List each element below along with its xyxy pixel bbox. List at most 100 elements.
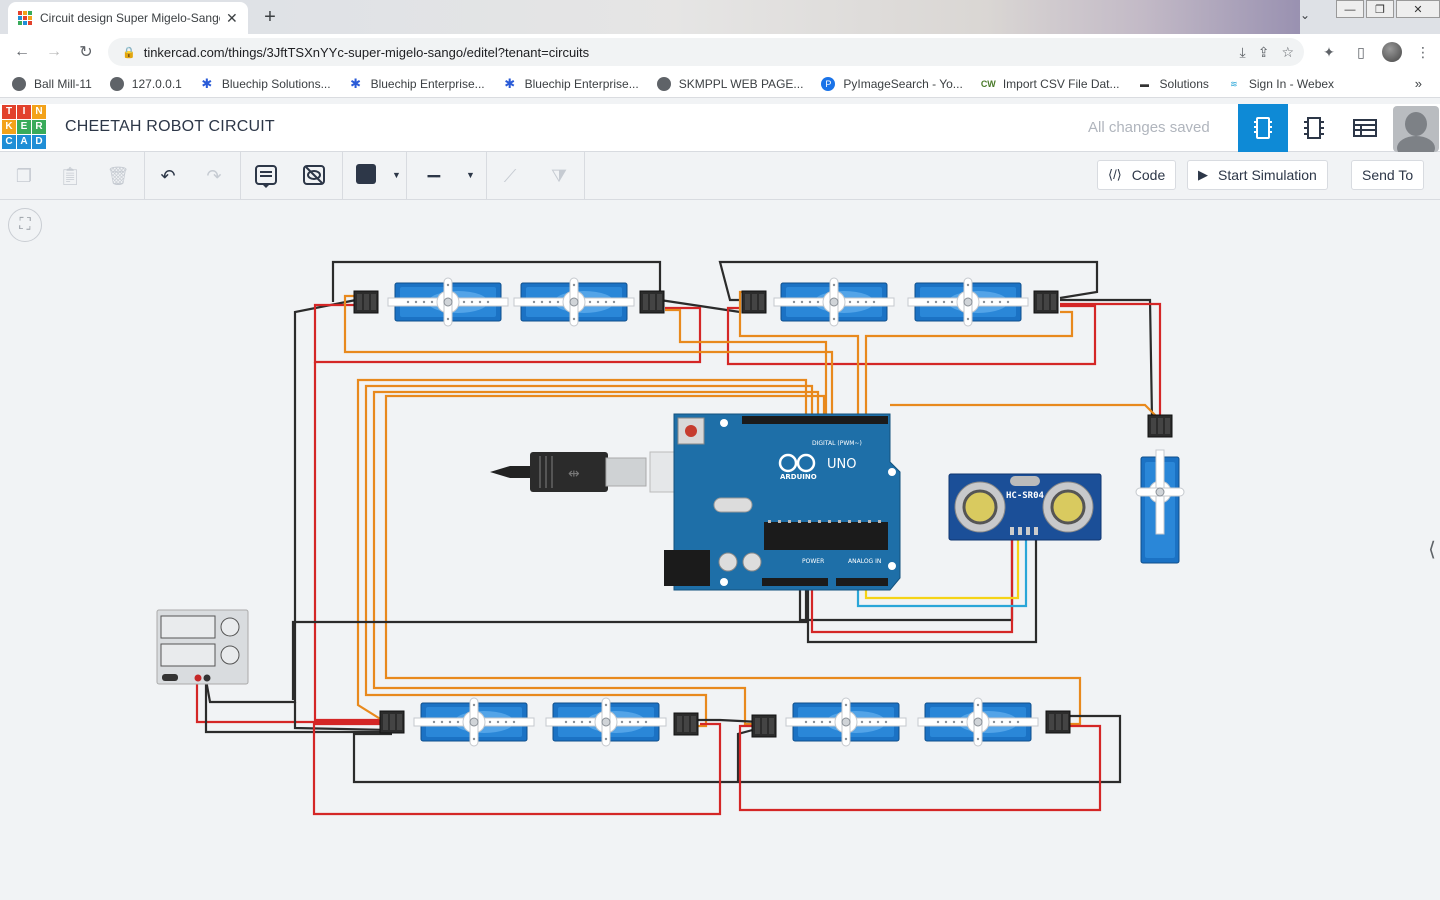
servo-connector[interactable] <box>741 290 767 314</box>
sensor-model-label: HC-SR04 <box>1006 491 1045 501</box>
servo-bottom-4[interactable] <box>917 697 1039 747</box>
svg-text:⇹: ⇹ <box>568 466 580 482</box>
browser-tab[interactable]: Circuit design Super Migelo-Sango ✕ <box>8 2 248 34</box>
arduino-uno-board[interactable]: UNO ARDUINO DIGITAL (PWM~) POWER ANALOG … <box>664 413 901 591</box>
servo-right[interactable] <box>1135 449 1185 564</box>
dash-icon: ▬ <box>1140 78 1150 89</box>
ultrasonic-sensor[interactable]: HC-SR04 <box>948 473 1102 541</box>
reload-icon[interactable]: ↻ <box>70 42 102 62</box>
servo-connector[interactable] <box>1033 290 1059 314</box>
browser-toolbar: ← → ↻ 🔒 tinkercad.com/things/3JftTSXnYYc… <box>0 34 1440 70</box>
circuit-view-button[interactable] <box>1238 104 1288 152</box>
undo-icon[interactable]: ↶ <box>152 160 184 192</box>
bookmark-item[interactable]: ✱ Bluechip Enterprise... <box>349 75 485 91</box>
extensions-icon[interactable]: ✦ <box>1318 44 1340 61</box>
servo-connector[interactable] <box>353 290 379 314</box>
copy-icon[interactable]: ❐ <box>8 160 40 192</box>
delete-icon[interactable]: 🗑︎ <box>102 160 134 192</box>
circuit-schematic[interactable]: ⇹ UNO ARDUINO DIGITAL (PWM~) POWER ANALO… <box>0 201 1440 900</box>
bookmark-item[interactable]: ▬ Solutions <box>1138 77 1209 91</box>
tinkercad-favicon-icon <box>18 11 32 25</box>
browser-menu-icon[interactable]: ⋮ <box>1412 44 1434 61</box>
cw-icon: CW <box>980 78 996 89</box>
app-header: T I N K E R C A D CHEETAH ROBOT CIRCUIT … <box>0 104 1440 152</box>
circuit-view-icon <box>1254 117 1272 139</box>
profile-avatar[interactable] <box>1382 42 1402 62</box>
restore-icon[interactable]: ❐ <box>1366 0 1394 18</box>
servo-connector[interactable] <box>673 712 699 736</box>
digital-header-label: DIGITAL (PWM~) <box>812 440 862 447</box>
servo-connector[interactable] <box>379 710 405 734</box>
forward-icon[interactable]: → <box>38 43 70 61</box>
side-panel-icon[interactable]: ▯ <box>1350 44 1372 61</box>
bookmark-item[interactable]: ≋ Sign In - Webex <box>1227 77 1334 91</box>
code-button[interactable]: ⟨/⟩ Code <box>1097 160 1177 190</box>
hide-notes-icon[interactable] <box>298 160 330 192</box>
wire-color-swatch[interactable] <box>356 164 376 184</box>
table-view-icon <box>1353 119 1377 137</box>
analog-header-label: ANALOG IN <box>848 558 881 565</box>
servo-top-3[interactable] <box>773 277 895 327</box>
bookmark-item[interactable]: P PyImageSearch - Yo... <box>821 76 963 91</box>
servo-top-2[interactable] <box>513 277 635 327</box>
bookmark-item[interactable]: ✱ Bluechip Enterprise... <box>503 75 639 91</box>
bookmark-item[interactable]: Ball Mill-11 <box>12 76 92 91</box>
bookmark-item[interactable]: ✱ Bluechip Solutions... <box>200 75 330 91</box>
redo-icon[interactable]: ↷ <box>198 160 230 192</box>
flip-icon[interactable]: ⧩ <box>543 160 575 192</box>
arduino-brand-label: ARDUINO <box>780 473 817 481</box>
wire-type-icon[interactable]: ━╸ <box>420 160 452 192</box>
minimize-icon[interactable]: — <box>1336 0 1364 18</box>
schematic-view-button[interactable] <box>1289 104 1339 152</box>
servo-top-1[interactable] <box>387 277 509 327</box>
lock-icon[interactable]: 🔒 <box>122 46 136 59</box>
servo-connector[interactable] <box>639 290 665 314</box>
window-controls: — ❐ ✕ <box>1334 0 1440 20</box>
wire-dropdown-caret-icon[interactable]: ▼ <box>466 170 475 180</box>
p-icon: P <box>821 76 836 91</box>
power-supply[interactable] <box>156 609 249 685</box>
close-window-icon[interactable]: ✕ <box>1396 0 1440 18</box>
servo-connector[interactable] <box>1045 710 1071 734</box>
tinkercad-logo[interactable]: T I N K E R C A D <box>2 105 46 149</box>
globe-icon <box>109 76 124 91</box>
install-icon[interactable]: ⤓ <box>1240 44 1246 61</box>
new-tab-icon[interactable]: + <box>258 6 282 29</box>
user-avatar[interactable] <box>1393 106 1439 152</box>
address-bar[interactable]: 🔒 tinkercad.com/things/3JftTSXnYYc-super… <box>108 38 1304 66</box>
arduino-model-label: UNO <box>827 457 856 472</box>
globe-icon <box>12 76 26 91</box>
project-title[interactable]: CHEETAH ROBOT CIRCUIT <box>65 118 275 136</box>
webex-icon: ≋ <box>1230 78 1238 89</box>
bookmark-item[interactable]: CW Import CSV File Dat... <box>981 77 1120 91</box>
bookmarks-bar: Ball Mill-11 127.0.0.1 ✱ Bluechip Solutio… <box>0 70 1440 98</box>
tab-close-icon[interactable]: ✕ <box>226 10 238 27</box>
servo-bottom-2[interactable] <box>545 697 667 747</box>
bookmark-star-icon[interactable]: ☆ <box>1281 44 1294 61</box>
back-icon[interactable]: ← <box>6 43 38 61</box>
tab-search-icon[interactable]: ⌄ <box>1300 8 1310 22</box>
schematic-view-icon <box>1304 117 1324 139</box>
bookmark-item[interactable]: 127.0.0.1 <box>109 76 182 91</box>
servo-bottom-3[interactable] <box>785 697 907 747</box>
color-dropdown-caret-icon[interactable]: ▼ <box>392 170 401 180</box>
components-list-view-button[interactable] <box>1340 104 1390 152</box>
servo-top-4[interactable] <box>907 277 1029 327</box>
code-icon: ⟨/⟩ <box>1108 167 1122 182</box>
rotate-icon[interactable]: ⟋ <box>494 160 526 192</box>
servo-connector[interactable] <box>1147 414 1173 438</box>
star-icon: ✱ <box>350 75 362 91</box>
start-simulation-button[interactable]: ▶ Start Simulation <box>1187 160 1328 190</box>
more-bookmarks-icon[interactable]: » <box>1415 76 1422 91</box>
servo-bottom-1[interactable] <box>413 697 535 747</box>
servo-connector[interactable] <box>751 714 777 738</box>
paste-icon[interactable]: 📋︎ <box>54 160 86 192</box>
star-icon: ✱ <box>201 75 213 91</box>
send-to-button[interactable]: Send To <box>1351 160 1425 190</box>
star-icon: ✱ <box>504 75 516 91</box>
share-icon[interactable]: ⇪ <box>1258 44 1270 61</box>
bookmark-item[interactable]: SKMPPL WEB PAGE... <box>656 76 803 91</box>
browser-tab-strip: Circuit design Super Migelo-Sango ✕ + ⌄ … <box>0 0 1440 34</box>
url-text[interactable]: tinkercad.com/things/3JftTSXnYYc-super-m… <box>144 45 589 60</box>
notes-icon[interactable] <box>250 160 282 192</box>
